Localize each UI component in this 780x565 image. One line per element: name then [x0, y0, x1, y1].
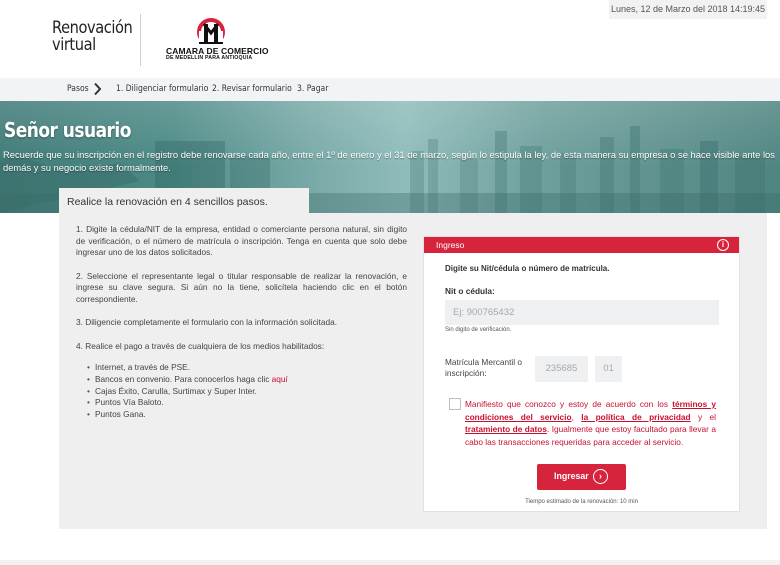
page: Renovación virtual CAMARA DE COMERCIO DE…	[0, 0, 780, 565]
steps-breadcrumb: Pasos 1. Diligenciar formulario 2. Revis…	[0, 78, 780, 101]
steps-label: Pasos	[67, 84, 89, 94]
instruction-step-1: 1. Digite la cédula/NIT de la empresa, e…	[76, 224, 407, 257]
main-title: Realice la renovación en 4 sencillos pas…	[67, 196, 268, 208]
login-subtitle: Digite su Nit/cédula o número de matrícu…	[445, 264, 610, 273]
payment-banks-text: Bancos en convenio. Para conocerlos haga…	[95, 373, 272, 384]
step-2[interactable]: 2. Revisar formulario	[212, 84, 292, 94]
terms-text-b: ,	[571, 411, 582, 422]
brand-divider	[140, 14, 141, 66]
instruction-step-2: 2. Seleccione el representante legal o t…	[76, 270, 407, 304]
banner-text: Recuerde que su inscripción en el regist…	[3, 149, 775, 173]
estimated-time: Tiempo estimado de la renovación: 10 min	[525, 499, 638, 505]
payment-gana: Puntos Gana.	[87, 409, 407, 421]
banks-link[interactable]: aquí	[272, 374, 288, 384]
login-button-label: Ingresar	[554, 471, 589, 481]
step-3[interactable]: 3. Pagar	[297, 84, 328, 94]
brand-logo[interactable]: Renovación virtual	[52, 20, 133, 55]
site-header: Renovación virtual CAMARA DE COMERCIO DE…	[0, 0, 780, 78]
arrow-right-icon: ›	[593, 469, 608, 484]
matricula-input[interactable]: 235685	[535, 356, 588, 382]
data-treatment-link[interactable]: tratamiento de datos	[465, 424, 547, 434]
current-datetime: Lunes, 12 de Marzo del 2018 14:19:45	[609, 0, 767, 19]
nit-hint: Sin digito de verificación.	[445, 327, 512, 333]
nit-label: Nit o cédula:	[445, 286, 495, 296]
footer-strip	[0, 560, 780, 565]
payment-methods-list: Internet, a través de PSE. Bancos en con…	[87, 362, 407, 421]
instructions: 1. Digite la cédula/NIT de la empresa, e…	[76, 224, 407, 421]
payment-banks: Bancos en convenio. Para conocerlos haga…	[87, 374, 407, 386]
terms-text-c: y el	[690, 411, 717, 422]
login-panel-title: Ingreso	[436, 240, 465, 250]
payment-pse: Internet, a través de PSE.	[87, 362, 407, 374]
info-icon[interactable]: i	[717, 239, 729, 251]
chevron-right-icon	[94, 82, 102, 96]
payment-cajas: Cajas Éxito, Carulla, Surtimax y Super I…	[87, 386, 407, 398]
payment-baloto: Puntos Vía Baloto.	[87, 397, 407, 409]
terms-text-a: Manifiesto que conozco y estoy de acuerd…	[465, 399, 673, 409]
privacy-link[interactable]: la política de privacidad	[581, 412, 690, 422]
instruction-step-3: 3. Diligencie completamente el formulari…	[76, 317, 338, 327]
matricula-label: Matrícula Mercantil o inscripción:	[445, 357, 523, 378]
terms-checkbox[interactable]	[449, 398, 461, 410]
logo-subname: DE MEDELLIN PARA ANTIOQUIA	[166, 55, 253, 61]
login-panel: Ingreso i Digite su Nit/cédula o número …	[423, 236, 740, 512]
instruction-step-4: 4. Realice el pago a través de cualquier…	[76, 340, 325, 351]
camara-logo-icon	[197, 18, 225, 45]
login-button[interactable]: Ingresar ›	[537, 464, 626, 490]
step-1[interactable]: 1. Diligenciar formulario	[116, 84, 208, 94]
login-panel-header: Ingreso i	[424, 237, 739, 253]
nit-input[interactable]: Ej: 900765432	[445, 300, 719, 325]
terms-text: Manifiesto que conozco y estoy de acuerd…	[465, 398, 716, 448]
matricula-suffix-input[interactable]: 01	[595, 356, 622, 382]
banner-title: Señor usuario	[4, 118, 131, 142]
brand-line2: virtual	[52, 35, 96, 55]
